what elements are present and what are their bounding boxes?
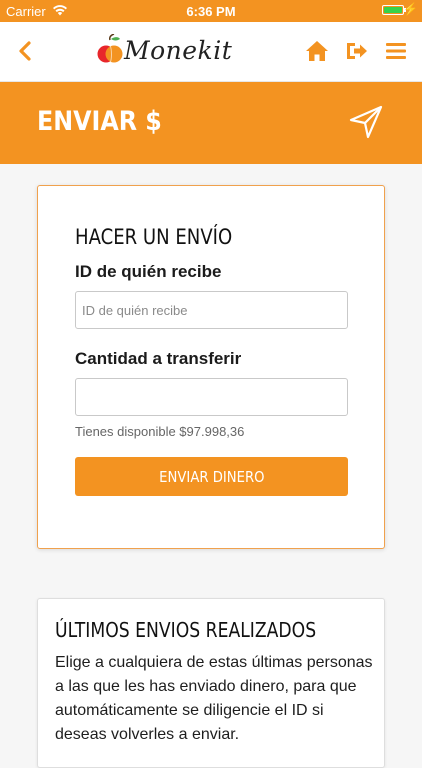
page-header: ENVIAR $	[0, 82, 422, 164]
available-balance: Tienes disponible $97.998,36	[75, 424, 245, 439]
send-form-title: HACER UN ENVÍO	[75, 225, 233, 249]
charging-bolt-icon: ⚡	[403, 2, 418, 16]
logo-wordmark: Monekit	[124, 36, 233, 65]
recipient-id-input[interactable]	[75, 291, 348, 329]
battery-level	[384, 7, 402, 13]
amount-input[interactable]	[75, 378, 348, 416]
recent-transfers-title: ÚLTIMOS ENVIOS REALIZADOS	[55, 618, 317, 642]
send-money-button-label: ENVIAR DINERO	[158, 467, 265, 486]
page-title: ENVIAR $	[37, 106, 162, 137]
send-arrow-icon	[349, 105, 383, 139]
send-money-button[interactable]: ENVIAR DINERO	[75, 457, 348, 496]
app-logo: Monekit	[96, 33, 232, 70]
send-form-card: HACER UN ENVÍO ID de quién recibe Cantid…	[37, 185, 385, 549]
status-bar: Carrier 6:36 PM ⚡	[0, 0, 422, 22]
hamburger-menu-icon[interactable]	[386, 42, 406, 60]
amount-label: Cantidad a transferir	[75, 349, 242, 368]
logout-icon[interactable]	[346, 41, 368, 61]
recent-transfers-card: ÚLTIMOS ENVIOS REALIZADOS Elige a cualqu…	[37, 598, 385, 768]
back-chevron-icon[interactable]	[14, 38, 36, 64]
home-icon[interactable]	[305, 40, 329, 62]
clock: 6:36 PM	[186, 4, 236, 19]
recipient-id-label: ID de quién recibe	[75, 262, 222, 281]
battery-icon	[382, 5, 406, 15]
recent-transfers-description: Elige a cualquiera de estas últimas pers…	[55, 654, 373, 743]
navigation-bar: Monekit	[0, 22, 422, 82]
apple-logo-icon	[97, 33, 123, 64]
